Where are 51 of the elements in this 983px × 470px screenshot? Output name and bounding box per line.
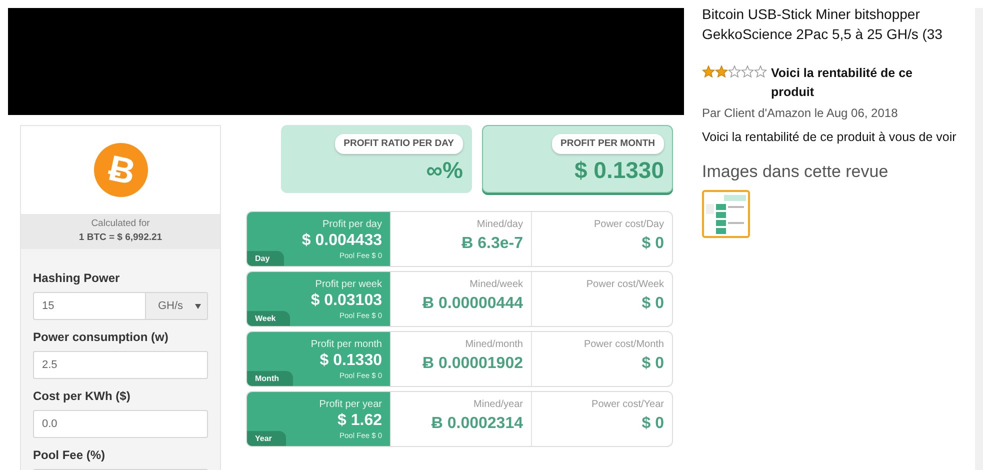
- mined-label: Mined/year: [474, 398, 523, 411]
- power-cost-value: $ 0: [642, 234, 664, 254]
- profit-label: Profit per month: [310, 338, 382, 351]
- images-heading: Images dans cette revue: [702, 160, 890, 183]
- review-headline: Voici la rentabilité de ce produit: [771, 65, 914, 101]
- summary-label: PROFIT PER MONTH: [552, 134, 664, 154]
- period-tag: Year: [247, 431, 286, 446]
- input-field[interactable]: 2.5: [33, 351, 208, 379]
- bitcoin-logo-icon: Ƀ: [94, 143, 148, 197]
- profit-label: Profit per year: [319, 398, 382, 411]
- mined-label: Mined/week: [470, 278, 523, 291]
- caption-text: Calculated for: [90, 217, 151, 231]
- profit-value: $ 0.004433: [302, 231, 382, 251]
- profit-value: $ 0.03103: [310, 291, 382, 311]
- profit-label: Profit per week: [315, 278, 382, 291]
- input-field[interactable]: 15: [33, 292, 145, 320]
- power-cost-label: Power cost/Month: [584, 338, 664, 351]
- product-title[interactable]: Bitcoin USB-Stick Miner bitshopper GekkoScience 2Pac 5,5 à 25 GH/s (33: [702, 4, 972, 44]
- review-byline: Par Client d'Amazon le Aug 06, 2018: [702, 105, 899, 122]
- power-cost-value: $ 0: [642, 354, 664, 374]
- field-label: Pool Fee (%): [33, 447, 106, 464]
- review-text: Voici la rentabilité de ce produit à vous de voir: [702, 129, 958, 146]
- field-label: Power consumption (w): [33, 329, 170, 346]
- star-filled-icon: [702, 65, 715, 78]
- power-cost-label: Power cost/Year: [592, 398, 664, 411]
- period-tag: Month: [247, 371, 293, 386]
- power-cost-label: Power cost/Day: [594, 218, 664, 231]
- power-cost-label: Power cost/Week: [586, 278, 664, 291]
- summary-value: ∞%: [426, 156, 463, 184]
- unit-dropdown[interactable]: GH/s: [145, 292, 208, 320]
- profit-label: Profit per day: [322, 218, 382, 231]
- period-tag: Week: [247, 311, 290, 326]
- summary-value: $ 0.1330: [574, 156, 664, 184]
- field-label: Hashing Power: [33, 270, 121, 287]
- caret-icon: [195, 304, 201, 308]
- summary-label: PROFIT RATIO PER DAY: [334, 134, 463, 154]
- power-cost-value: $ 0: [642, 414, 664, 434]
- star-filled-icon: [715, 65, 728, 78]
- mined-label: Mined/month: [465, 338, 523, 351]
- field-label: Cost per KWh ($): [33, 388, 132, 405]
- power-cost-value: $ 0: [642, 294, 664, 314]
- profit-value: $ 1.62: [338, 411, 382, 431]
- mined-value: Ƀ 0.00001902: [422, 354, 523, 374]
- rate-text: 1 BTC = $ 6,992.21: [78, 231, 164, 245]
- profit-value: $ 0.1330: [320, 351, 382, 371]
- input-field[interactable]: 0.0: [33, 410, 208, 438]
- mined-label: Mined/day: [476, 218, 523, 231]
- mined-value: Ƀ 6.3e-7: [462, 234, 523, 254]
- period-tag: Day: [247, 251, 284, 266]
- mined-value: Ƀ 0.00000444: [422, 294, 523, 314]
- mined-value: Ƀ 0.0002314: [431, 414, 523, 434]
